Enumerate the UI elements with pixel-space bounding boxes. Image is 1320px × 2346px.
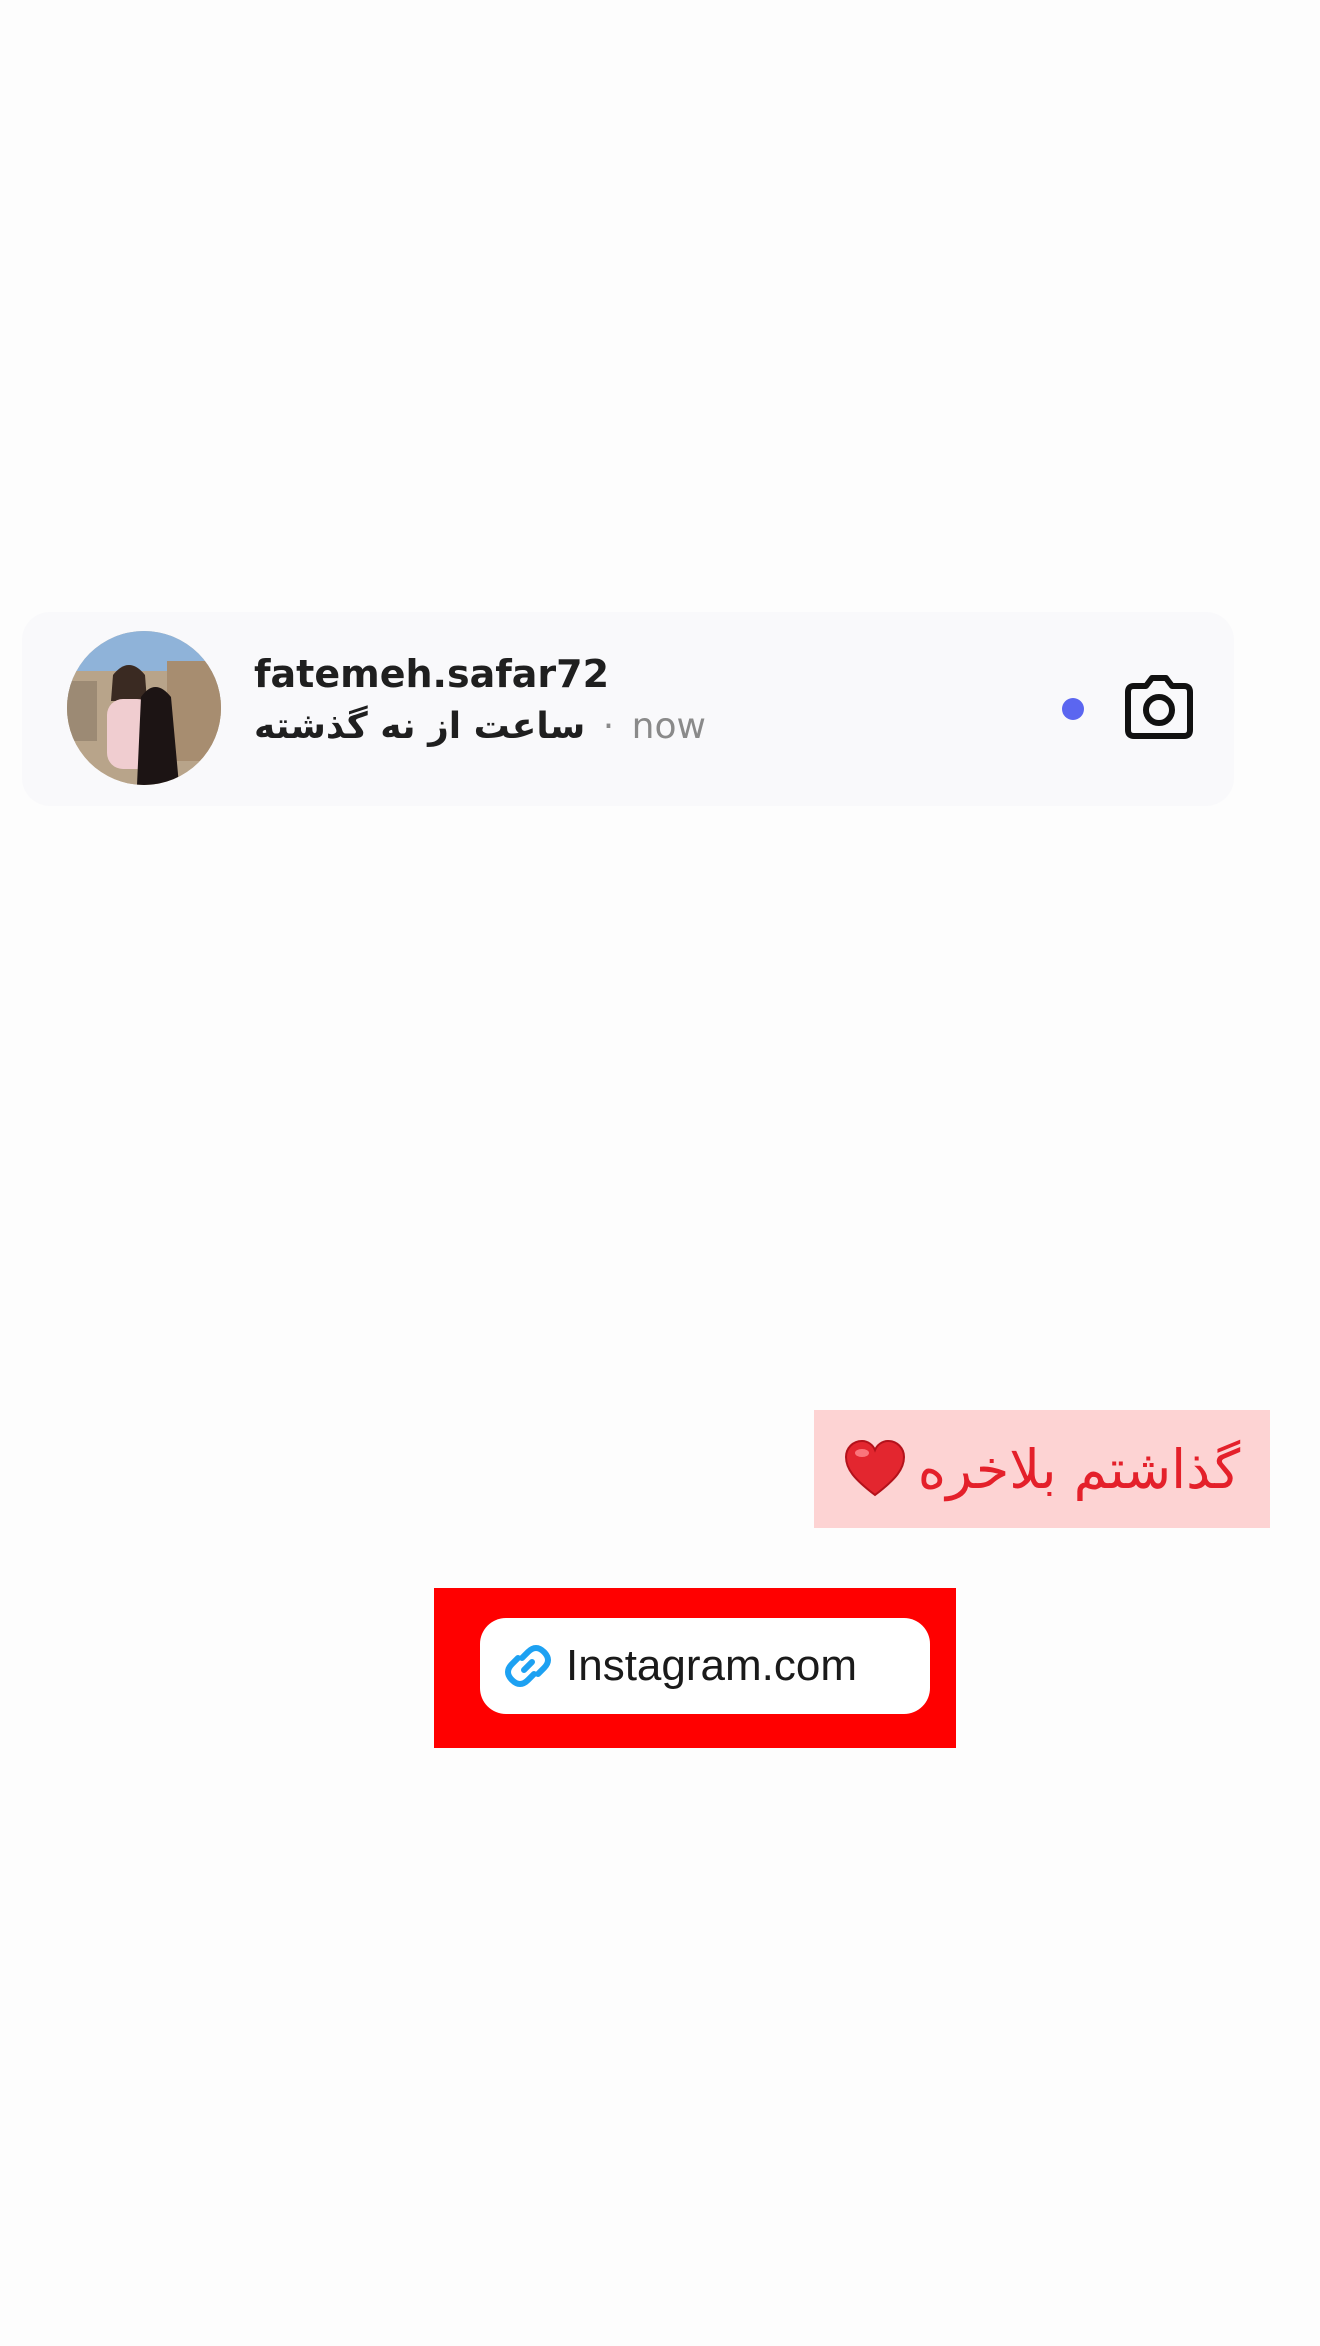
message-line: ساعت از نه گذشته · now — [254, 704, 854, 750]
link-sticker[interactable]: Instagram.com — [480, 1618, 930, 1714]
red-heart-icon — [844, 1439, 905, 1497]
timestamp: now — [631, 706, 706, 747]
camera-button[interactable] — [1124, 674, 1194, 740]
link-icon — [505, 1645, 551, 1687]
text-sticker[interactable]: گذاشتم بلاخره — [814, 1410, 1270, 1528]
avatar[interactable] — [67, 631, 221, 785]
separator-dot: · — [602, 706, 615, 747]
unread-indicator — [1062, 698, 1084, 720]
link-label: Instagram.com — [566, 1641, 857, 1690]
message-text: ساعت از نه گذشته — [254, 706, 586, 747]
sticker-text: گذاشتم بلاخره — [917, 1437, 1241, 1501]
link-sticker-frame: Instagram.com — [434, 1588, 956, 1748]
story-notification-card[interactable]: fatemeh.safar72 ساعت از نه گذشته · now — [22, 612, 1234, 806]
username[interactable]: fatemeh.safar72 — [254, 650, 854, 698]
camera-icon — [1125, 675, 1193, 739]
